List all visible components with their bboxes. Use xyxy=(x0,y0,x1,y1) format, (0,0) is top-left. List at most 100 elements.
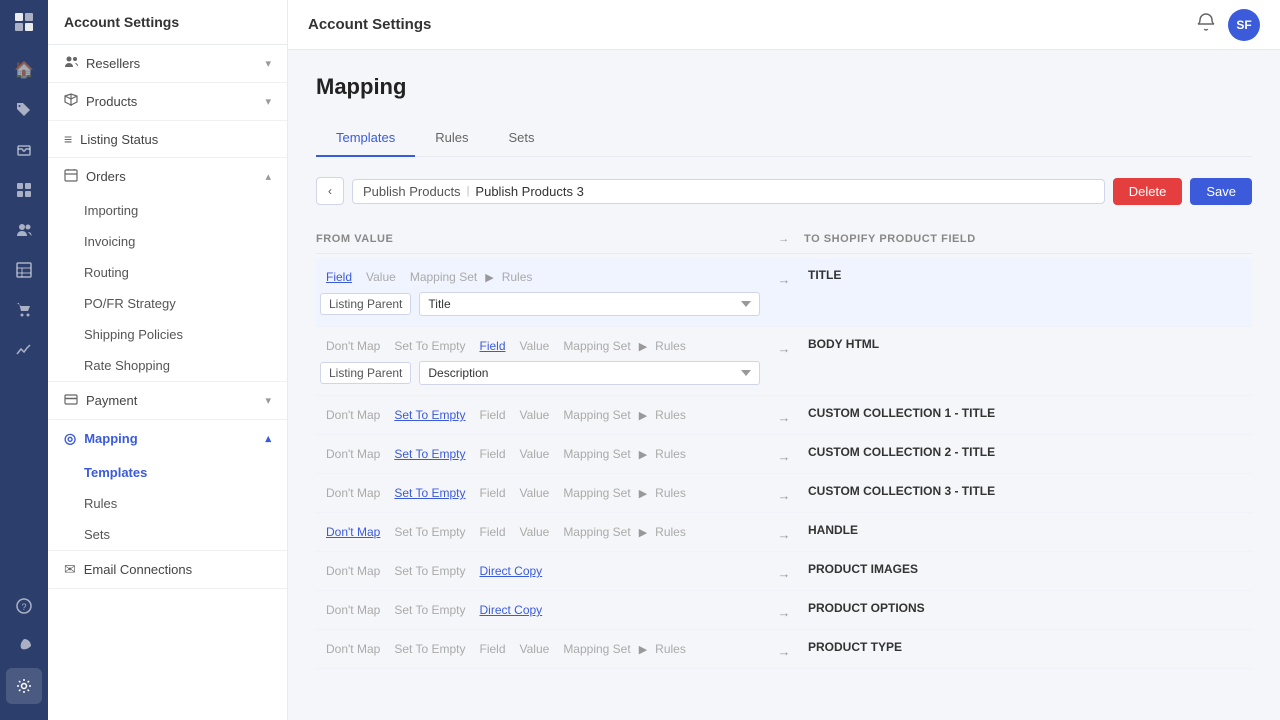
dont-map-btn-body[interactable]: Don't Map xyxy=(320,337,386,355)
field-btn-title[interactable]: Field xyxy=(320,268,358,286)
arrow-side-title: → xyxy=(764,258,804,287)
sidebar-item-importing[interactable]: Importing xyxy=(48,195,287,226)
set-to-empty-btn-body[interactable]: Set To Empty xyxy=(388,337,471,355)
value-btn-cc3[interactable]: Value xyxy=(514,484,556,502)
to-field-options: PRODUCT OPTIONS xyxy=(808,601,925,615)
arrow-icon: → xyxy=(778,449,791,464)
sidebar-item-templates[interactable]: Templates xyxy=(48,457,287,488)
set-to-empty-btn-cc1[interactable]: Set To Empty xyxy=(388,406,471,424)
notifications-button[interactable] xyxy=(1196,12,1216,37)
rules-btn-handle[interactable]: Rules xyxy=(649,523,692,541)
rules-btn-title[interactable]: Rules xyxy=(496,268,539,286)
nav-item-listing-status[interactable]: ≡ Listing Status xyxy=(48,121,287,157)
field-btn-cc3[interactable]: Field xyxy=(473,484,511,502)
field-btn-cc1[interactable]: Field xyxy=(473,406,511,424)
table-icon[interactable] xyxy=(6,252,42,288)
value-btn-title[interactable]: Value xyxy=(360,268,402,286)
direct-copy-btn-images[interactable]: Direct Copy xyxy=(473,562,548,580)
dont-map-btn-cc1[interactable]: Don't Map xyxy=(320,406,386,424)
breadcrumb-publish-products-3: Publish Products 3 xyxy=(475,184,583,199)
tab-rules[interactable]: Rules xyxy=(415,120,488,157)
nav-item-resellers[interactable]: Resellers ▾ xyxy=(48,45,287,82)
value-btn-handle[interactable]: Value xyxy=(514,523,556,541)
nav-item-payment[interactable]: Payment ▾ xyxy=(48,382,287,419)
tab-templates[interactable]: Templates xyxy=(316,120,415,157)
set-to-empty-btn-cc3[interactable]: Set To Empty xyxy=(388,484,471,502)
mapping-set-btn-cc3[interactable]: Mapping Set xyxy=(557,484,636,502)
dont-map-btn-images[interactable]: Don't Map xyxy=(320,562,386,580)
users-icon[interactable] xyxy=(6,212,42,248)
rules-btn-cc3[interactable]: Rules xyxy=(649,484,692,502)
mapping-set-btn-cc2[interactable]: Mapping Set xyxy=(557,445,636,463)
direct-copy-btn-options[interactable]: Direct Copy xyxy=(473,601,548,619)
from-side-type: Don't Map Set To Empty Field Value Mappi… xyxy=(316,630,764,668)
from-side-cc2: Don't Map Set To Empty Field Value Mappi… xyxy=(316,435,764,473)
action-buttons: Delete Save xyxy=(1113,178,1252,205)
row-actions-title: Field Value Mapping Set ▶ Rules xyxy=(320,268,760,286)
email-icon: ✉ xyxy=(64,561,76,578)
set-to-empty-btn-type[interactable]: Set To Empty xyxy=(388,640,471,658)
dont-map-btn-cc3[interactable]: Don't Map xyxy=(320,484,386,502)
avatar[interactable]: SF xyxy=(1228,9,1260,41)
body-field-select[interactable]: Description xyxy=(419,361,760,385)
table-row: Don't Map Set To Empty Field Value Mappi… xyxy=(316,396,1252,435)
rules-btn-type[interactable]: Rules xyxy=(649,640,692,658)
sidebar-item-routing[interactable]: Routing xyxy=(48,257,287,288)
set-to-empty-btn-handle[interactable]: Set To Empty xyxy=(388,523,471,541)
set-to-empty-btn-images[interactable]: Set To Empty xyxy=(388,562,471,580)
nav-item-mapping[interactable]: ◎ Mapping ▴ xyxy=(48,420,287,457)
field-btn-cc2[interactable]: Field xyxy=(473,445,511,463)
field-btn-type[interactable]: Field xyxy=(473,640,511,658)
value-btn-cc2[interactable]: Value xyxy=(514,445,556,463)
save-button[interactable]: Save xyxy=(1190,178,1252,205)
template-bar: ‹ Publish Products | Publish Products 3 … xyxy=(316,177,1252,205)
sidebar-item-invoicing[interactable]: Invoicing xyxy=(48,226,287,257)
title-field-select[interactable]: Title xyxy=(419,292,760,316)
nav-item-email[interactable]: ✉ Email Connections xyxy=(48,551,287,588)
breadcrumb-separator: | xyxy=(467,185,470,197)
tag-icon[interactable] xyxy=(6,92,42,128)
value-btn-cc1[interactable]: Value xyxy=(514,406,556,424)
value-btn-type[interactable]: Value xyxy=(514,640,556,658)
top-bar-right: SF xyxy=(1196,9,1260,41)
mapping-set-btn-title[interactable]: Mapping Set xyxy=(404,268,483,286)
rules-btn-cc1[interactable]: Rules xyxy=(649,406,692,424)
help-icon[interactable]: ? xyxy=(6,588,42,624)
sidebar-item-po-fr-strategy[interactable]: PO/FR Strategy xyxy=(48,288,287,319)
tab-sets[interactable]: Sets xyxy=(489,120,555,157)
nav-item-products[interactable]: Products ▾ xyxy=(48,83,287,120)
dont-map-btn-options[interactable]: Don't Map xyxy=(320,601,386,619)
rules-btn-body[interactable]: Rules xyxy=(649,337,692,355)
home-icon[interactable]: 🏠 xyxy=(6,52,42,88)
value-btn-body[interactable]: Value xyxy=(514,337,556,355)
set-to-empty-btn-options[interactable]: Set To Empty xyxy=(388,601,471,619)
arrow-icon-handle: ▶ xyxy=(639,526,647,539)
sidebar-item-sets[interactable]: Sets xyxy=(48,519,287,550)
set-to-empty-btn-cc2[interactable]: Set To Empty xyxy=(388,445,471,463)
mapping-set-btn-cc1[interactable]: Mapping Set xyxy=(557,406,636,424)
dont-map-btn-cc2[interactable]: Don't Map xyxy=(320,445,386,463)
settings-icon[interactable] xyxy=(6,668,42,704)
mapping-set-btn-handle[interactable]: Mapping Set xyxy=(557,523,636,541)
chart-icon[interactable] xyxy=(6,332,42,368)
grid-icon[interactable] xyxy=(6,172,42,208)
sidebar-item-rules[interactable]: Rules xyxy=(48,488,287,519)
tabs: Templates Rules Sets xyxy=(316,120,1252,157)
back-button[interactable]: ‹ xyxy=(316,177,344,205)
rules-btn-cc2[interactable]: Rules xyxy=(649,445,692,463)
cart-icon[interactable] xyxy=(6,292,42,328)
inbox-icon[interactable] xyxy=(6,132,42,168)
field-btn-handle[interactable]: Field xyxy=(473,523,511,541)
rocket-icon[interactable] xyxy=(6,628,42,664)
dont-map-btn-handle[interactable]: Don't Map xyxy=(320,523,386,541)
mapping-set-btn-body[interactable]: Mapping Set xyxy=(557,337,636,355)
field-btn-body[interactable]: Field xyxy=(473,337,511,355)
app-logo[interactable] xyxy=(10,8,38,36)
sidebar-item-shipping-policies[interactable]: Shipping Policies xyxy=(48,319,287,350)
dont-map-btn-type[interactable]: Don't Map xyxy=(320,640,386,658)
mapping-set-btn-type[interactable]: Mapping Set xyxy=(557,640,636,658)
delete-button[interactable]: Delete xyxy=(1113,178,1183,205)
sidebar-item-rate-shopping[interactable]: Rate Shopping xyxy=(48,350,287,381)
nav-item-orders[interactable]: Orders ▴ xyxy=(48,158,287,195)
nav-section-listing-status: ≡ Listing Status xyxy=(48,121,287,158)
